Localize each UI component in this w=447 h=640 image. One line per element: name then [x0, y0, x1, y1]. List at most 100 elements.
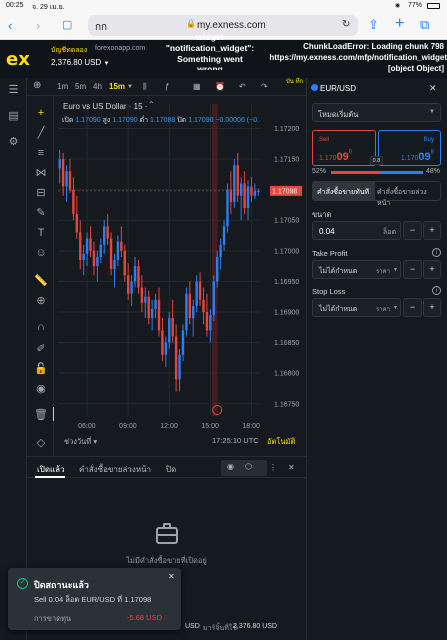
redo-icon[interactable]: ↷: [261, 82, 268, 91]
tabs-icon[interactable]: ⧉: [420, 18, 429, 31]
ios-status-bar: 00:25 จ. 29 เม.ย. ◉ 77%: [0, 0, 447, 12]
calendar-icon[interactable]: ▤: [7, 110, 20, 123]
chevron-up-icon[interactable]: ⌃: [148, 100, 155, 109]
tab-pending-order[interactable]: คำสั่งซื้อขายล่วงหน้า: [377, 187, 440, 209]
tab-market-order[interactable]: คำสั่งซื้อขายทันที: [313, 182, 375, 200]
date-range-button[interactable]: ช่วงวันที่ ▾: [64, 436, 97, 448]
account-balance[interactable]: 2,376.80 USD ▼: [51, 58, 109, 67]
tab-open[interactable]: เปิดแล้ว: [37, 463, 65, 476]
tab-closed[interactable]: ปิด: [166, 463, 176, 476]
close-panel-icon[interactable]: ✕: [288, 463, 295, 472]
new-tab-icon[interactable]: +: [395, 16, 404, 32]
menu-icon[interactable]: ☰: [7, 84, 20, 97]
battery-icon: [427, 3, 440, 9]
candle-type-icon[interactable]: ⫼: [143, 82, 147, 92]
trend-line-icon[interactable]: ╱: [34, 126, 48, 140]
spread-badge: 0.8: [370, 156, 383, 165]
candle-body: [147, 296, 150, 319]
more-options-icon[interactable]: ⋮: [269, 463, 277, 472]
fib-icon[interactable]: ≡: [34, 146, 48, 160]
tp-increase-button[interactable]: +: [423, 260, 441, 279]
exness-logo[interactable]: ex: [6, 49, 30, 70]
reader-mode-button[interactable]: กก: [95, 20, 107, 35]
auto-scale-button[interactable]: อัตโนมัติ: [267, 436, 295, 448]
indicators-icon[interactable]: ƒ: [165, 82, 169, 91]
candle-body: [75, 214, 79, 233]
app-sidebar: ☰ ▤ ⚙: [0, 78, 27, 640]
add-indicator-icon[interactable]: ⊕: [33, 80, 41, 91]
layout-icon[interactable]: ▦: [193, 82, 201, 91]
position-closed-toast[interactable]: ✓ ปิดสถานะแล้ว ✕ Sell 0.04 ล็อต EUR/USD …: [8, 568, 181, 630]
crosshair-icon[interactable]: +: [34, 106, 48, 120]
forward-icon[interactable]: ›: [36, 19, 40, 32]
timeframe-5m[interactable]: 5m: [75, 82, 86, 91]
magnet-icon[interactable]: ∩: [34, 320, 48, 334]
current-price-label: 1.17098: [272, 188, 297, 195]
buy-button[interactable]: Buy 1.170098: [378, 130, 441, 166]
candle-body: [120, 241, 123, 251]
take-profit-input[interactable]: ไม่ได้กำหนด ราคา ▼: [312, 260, 401, 279]
candle-body: [219, 244, 222, 257]
prediction-icon[interactable]: ⊟: [34, 186, 48, 200]
undo-icon[interactable]: ↶: [239, 82, 246, 91]
order-mode-select[interactable]: โหมดเริ่มต้น ▼: [312, 103, 441, 122]
candle-body: [96, 256, 99, 267]
candle-body: [140, 287, 144, 303]
sell-button[interactable]: Sell 1.170090: [312, 130, 376, 166]
grouped-view-icon[interactable]: ⬡: [245, 462, 252, 471]
share-icon[interactable]: ⇪: [368, 18, 379, 31]
tab-pending[interactable]: คำสั่งซื้อขายล่วงหน้า: [79, 463, 151, 476]
lock-drawings-icon[interactable]: 🔓: [34, 362, 48, 376]
chart-footer: ช่วงวันที่ ▾ 17:25:10 UTC อัตโนมัติ: [54, 432, 306, 450]
pattern-icon[interactable]: ⋈: [34, 166, 48, 180]
close-icon[interactable]: ✕: [168, 572, 175, 581]
candle-body: [109, 238, 113, 270]
tp-decrease-button[interactable]: −: [403, 260, 422, 279]
footer-margin-label: มาร์จิ้นที่ใช้: [203, 625, 237, 632]
text-icon[interactable]: T: [34, 226, 48, 240]
lock-icon: 🔒: [186, 19, 196, 28]
collapse-icon[interactable]: ◇: [34, 436, 48, 450]
status-time: 00:25: [6, 2, 24, 9]
zoom-in-icon[interactable]: ⊕: [34, 294, 48, 308]
toast-profit-label: การขาดทุน: [34, 614, 72, 623]
chevron-down-icon[interactable]: ▼: [127, 84, 133, 90]
emoji-icon[interactable]: ☺: [34, 246, 48, 260]
brush-icon[interactable]: ✎: [34, 206, 48, 220]
x-tick-label: 15:00: [201, 423, 219, 430]
url-text: my.exness.com: [197, 20, 266, 31]
stop-loss-input[interactable]: ไม่ได้กำหนด ราคา ▼: [312, 298, 401, 317]
sl-increase-button[interactable]: +: [423, 298, 441, 317]
candle-body: [212, 281, 215, 316]
ruler-icon[interactable]: 📏: [34, 274, 48, 288]
timeframe-15m[interactable]: 15m: [109, 82, 125, 91]
candle-body: [209, 315, 212, 331]
settings-icon[interactable]: ⚙: [7, 136, 20, 149]
timeframe-1m[interactable]: 1m: [57, 82, 68, 91]
info-icon[interactable]: i: [432, 248, 441, 257]
reload-icon[interactable]: ↻: [342, 19, 350, 30]
bookmarks-icon[interactable]: ▢: [62, 19, 72, 32]
save-button[interactable]: บัน ทึก: [286, 79, 304, 86]
back-icon[interactable]: ‹: [8, 19, 12, 32]
timeframe-4h[interactable]: 4h: [93, 82, 102, 91]
price-chart[interactable]: 1.172001.171501.171001.170501.170001.169…: [54, 96, 306, 452]
account-type-badge[interactable]: บัญชีทดลอง: [51, 45, 87, 56]
candle-body: [205, 312, 209, 331]
candle-body: [233, 165, 236, 202]
sl-decrease-button[interactable]: −: [403, 298, 422, 317]
candlestick-chart[interactable]: 1.172001.171501.171001.170501.170001.169…: [54, 96, 306, 432]
volume-increase-button[interactable]: +: [423, 221, 441, 240]
visibility-icon[interactable]: ◉: [34, 382, 48, 396]
alert-icon[interactable]: ⏰: [215, 82, 225, 91]
volume-decrease-button[interactable]: −: [403, 221, 422, 240]
candle-body: [154, 299, 157, 309]
candle-body: [103, 226, 106, 245]
list-view-icon[interactable]: ◉: [227, 462, 234, 471]
volume-input[interactable]: 0.04 ล็อต: [312, 221, 401, 240]
info-icon[interactable]: i: [432, 286, 441, 295]
trash-icon[interactable]: 🗑: [34, 408, 48, 422]
close-icon[interactable]: ✕: [429, 83, 437, 94]
candle-body: [113, 260, 116, 270]
drawing-mode-icon[interactable]: ✐: [34, 342, 48, 356]
